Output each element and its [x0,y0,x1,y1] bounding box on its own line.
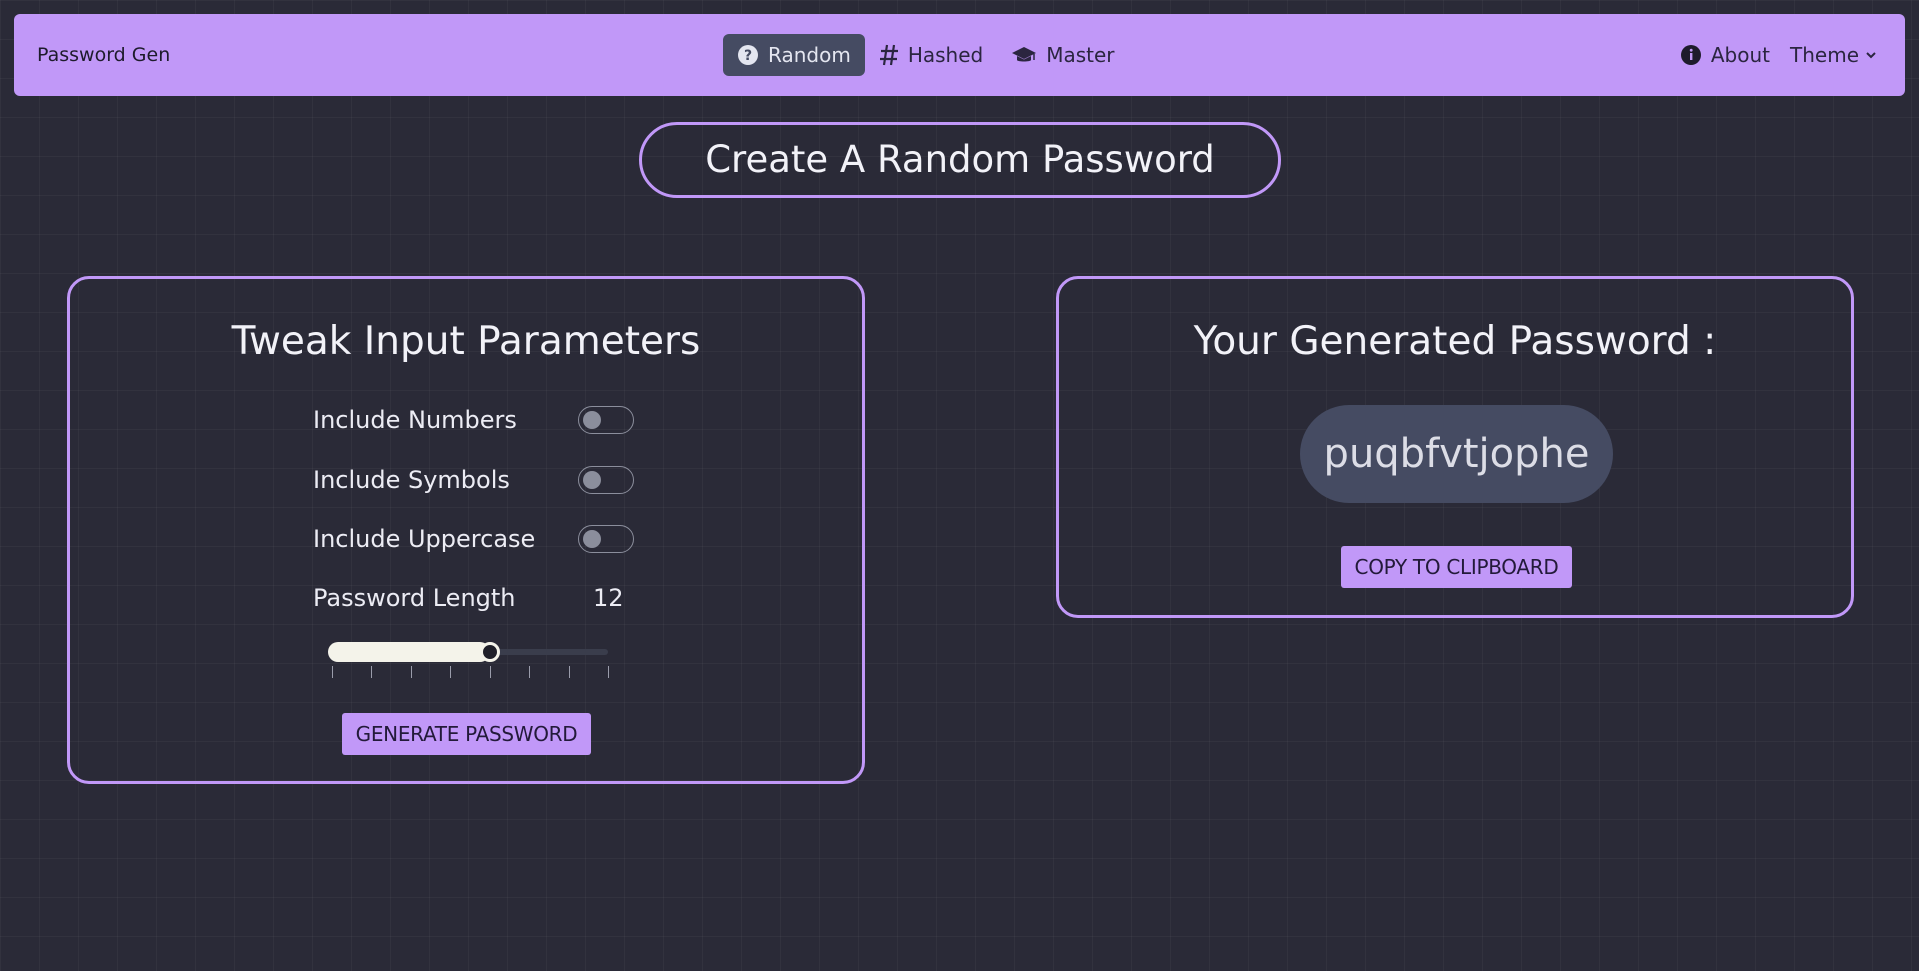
tab-hashed[interactable]: Hashed [865,34,997,76]
params-card: Tweak Input Parameters Include Numbers I… [67,276,865,784]
slider-fill [328,642,490,662]
svg-text:?: ? [744,48,752,64]
toggle-knob [583,411,601,429]
option-label: Include Numbers [313,406,517,434]
about-label: About [1710,43,1771,67]
theme-label: Theme [1790,43,1859,67]
hash-icon [879,43,899,67]
include-symbols-toggle[interactable] [578,466,634,494]
toggle-knob [583,471,601,489]
option-label: Include Symbols [313,466,510,494]
graduation-cap-icon [1011,45,1037,65]
option-include-uppercase: Include Uppercase [313,524,634,554]
password-length-value: 12 [593,584,624,612]
slider-thumb[interactable] [479,642,500,662]
tab-master-label: Master [1046,43,1115,67]
option-include-symbols: Include Symbols [313,465,634,495]
slider-tick [371,666,373,678]
password-length-slider[interactable] [328,642,612,682]
slider-tick [608,666,609,678]
slider-tick [489,666,491,678]
password-length-row: Password Length 12 [313,583,624,613]
copy-to-clipboard-button[interactable]: COPY TO CLIPBOARD [1341,546,1572,588]
tab-random-label: Random [768,43,851,67]
chevron-down-icon [1865,50,1877,60]
slider-tick [529,666,531,678]
params-title: Tweak Input Parameters [231,319,701,364]
include-numbers-toggle[interactable] [578,406,634,434]
tab-master[interactable]: Master [997,34,1128,76]
tab-random[interactable]: ? Random [723,34,865,76]
include-uppercase-toggle[interactable] [578,525,634,553]
slider-tick [450,666,452,678]
theme-dropdown[interactable]: Theme [1780,34,1887,76]
question-circle-icon: ? [737,44,759,66]
page-title: Create A Random Password [639,122,1281,198]
slider-tick [410,666,412,678]
info-icon [1680,44,1702,66]
generate-password-button[interactable]: GENERATE PASSWORD [342,713,591,755]
nav-tabs: ? Random Hashed Master [723,34,1129,76]
tab-hashed-label: Hashed [907,43,984,67]
brand-name[interactable]: Password Gen [37,14,170,96]
result-title: Your Generated Password : [1193,319,1717,364]
option-include-numbers: Include Numbers [313,405,634,435]
generated-password: puqbfvtjophe [1300,405,1613,503]
about-link[interactable]: About [1670,34,1780,76]
option-label: Include Uppercase [313,525,536,553]
password-length-label: Password Length [313,584,516,612]
nav-right: About Theme [1670,34,1887,76]
slider-tick [568,666,570,678]
result-card: Your Generated Password : puqbfvtjophe C… [1056,276,1854,618]
toggle-knob [583,530,601,548]
slider-tick [332,666,333,678]
top-navbar: Password Gen ? Random Hashed Master Abou… [14,14,1905,96]
